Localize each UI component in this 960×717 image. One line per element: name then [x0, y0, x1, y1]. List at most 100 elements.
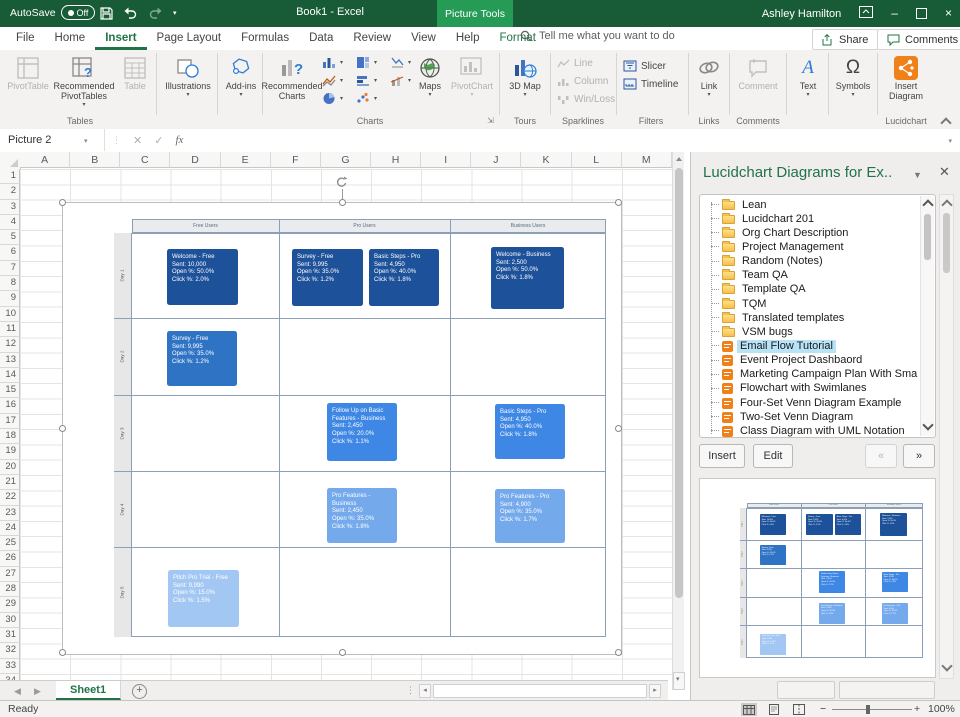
customize-quick-access-button[interactable]: ▾ — [173, 9, 177, 17]
scroll-up-arrow[interactable] — [676, 157, 682, 161]
tree-item-four-set-venn-diagram-example[interactable]: Four-Set Venn Diagram Example — [700, 396, 918, 410]
column-header-c[interactable]: C — [120, 152, 170, 168]
insert-pie-chart-button[interactable]: ▾ — [322, 92, 343, 105]
tree-item-org-chart-description[interactable]: Org Chart Description — [700, 226, 918, 240]
tell-me-search[interactable]: Tell me what you want to do — [520, 30, 675, 42]
row-header-31[interactable]: 31 — [0, 628, 20, 643]
redo-button[interactable] — [148, 7, 163, 19]
user-account[interactable]: Ashley Hamilton — [762, 8, 841, 20]
insert-hierarchy-chart-button[interactable]: ▾ — [356, 56, 377, 69]
horizontal-scrollbar[interactable] — [433, 684, 647, 698]
normal-view-button[interactable] — [741, 703, 757, 716]
zoom-out-button[interactable]: − — [820, 703, 826, 715]
slicer-button[interactable]: Slicer — [623, 60, 666, 72]
tree-item-tqm[interactable]: TQM — [700, 297, 918, 311]
prev-sheet-arrow[interactable]: ◀ — [14, 686, 21, 697]
hscroll-left-arrow[interactable]: ◂ — [419, 684, 431, 698]
maximize-button[interactable] — [916, 8, 927, 19]
column-header-m[interactable]: M — [622, 152, 672, 168]
recommended-pivottables-button[interactable]: ? Recommended PivotTables — [52, 53, 116, 108]
tree-item-team-qa[interactable]: Team QA — [700, 269, 918, 283]
embedded-diagram-picture[interactable]: Free UsersPro UsersBusiness UsersDay 1Da… — [62, 202, 622, 655]
panel-menu-dropdown-icon[interactable]: ▼ — [913, 170, 922, 180]
ribbon-tab-data[interactable]: Data — [299, 27, 343, 49]
tab-resize-handle[interactable]: ⋮ — [406, 685, 415, 696]
column-header-l[interactable]: L — [572, 152, 622, 168]
row-header-3[interactable]: 3 — [0, 200, 20, 215]
tree-item-lean[interactable]: Lean — [700, 198, 918, 212]
panel-scroll-thumb[interactable] — [943, 213, 950, 273]
picture-tools-contextual-tab[interactable]: Picture Tools — [437, 0, 513, 27]
row-header-8[interactable]: 8 — [0, 276, 20, 291]
tree-item-event-project-dashbaord[interactable]: Event Project Dashbaord — [700, 354, 918, 368]
name-box[interactable]: Picture 2 — [0, 129, 105, 151]
tree-item-two-set-venn-diagram[interactable]: Two-Set Venn Diagram — [700, 410, 918, 424]
resize-handle-s[interactable] — [339, 649, 346, 656]
column-header-f[interactable]: F — [271, 152, 321, 168]
row-header-28[interactable]: 28 — [0, 582, 20, 597]
tree-item-random-notes[interactable]: Random (Notes) — [700, 255, 918, 269]
zoom-level[interactable]: 100% — [928, 703, 955, 715]
row-header-19[interactable]: 19 — [0, 444, 20, 459]
new-sheet-button[interactable]: + — [132, 684, 147, 699]
column-header-j[interactable]: J — [471, 152, 521, 168]
pivottable-button[interactable]: PivotTable — [6, 53, 50, 91]
row-header-6[interactable]: 6 — [0, 245, 20, 260]
insert-diagram-button[interactable]: Insert Diagram — [883, 53, 929, 101]
sparkline-winloss-button[interactable]: Win/Loss — [557, 94, 615, 105]
timeline-button[interactable]: Timeline — [623, 78, 678, 90]
row-header-30[interactable]: 30 — [0, 613, 20, 628]
rotate-handle[interactable] — [335, 176, 348, 194]
row-header-20[interactable]: 20 — [0, 460, 20, 475]
insert-waterfall-chart-button[interactable]: ▾ — [390, 56, 411, 69]
row-header-7[interactable]: 7 — [0, 261, 20, 276]
ribbon-tab-file[interactable]: File — [6, 27, 45, 49]
tree-item-template-qa[interactable]: Template QA — [700, 283, 918, 297]
row-header-24[interactable]: 24 — [0, 521, 20, 536]
vertical-scrollbar[interactable] — [672, 152, 684, 690]
resize-handle-se[interactable] — [615, 649, 622, 656]
ribbon-display-options-button[interactable] — [859, 5, 873, 23]
sheet-tab-sheet1[interactable]: Sheet1 — [56, 681, 121, 700]
resize-handle-n[interactable] — [339, 199, 346, 206]
minimize-button[interactable]: – — [891, 0, 898, 27]
row-header-5[interactable]: 5 — [0, 230, 20, 245]
tree-item-flowchart-with-swimlanes[interactable]: Flowchart with Swimlanes — [700, 382, 918, 396]
edit-diagram-panel-button[interactable]: Edit — [753, 444, 793, 468]
ribbon-tab-view[interactable]: View — [401, 27, 446, 49]
row-header-33[interactable]: 33 — [0, 659, 20, 674]
tree-item-project-management[interactable]: Project Management — [700, 240, 918, 254]
resize-handle-sw[interactable] — [59, 649, 66, 656]
tree-item-email-flow-tutorial[interactable]: Email Flow Tutorial — [700, 339, 918, 353]
row-header-1[interactable]: 1 — [0, 169, 20, 184]
tree-item-vsm-bugs[interactable]: VSM bugs — [700, 325, 918, 339]
row-header-17[interactable]: 17 — [0, 414, 20, 429]
insert-combo-chart-button[interactable]: ▾ — [390, 74, 411, 87]
recommended-charts-button[interactable]: ? Recommended Charts — [266, 53, 318, 101]
ribbon-tab-review[interactable]: Review — [343, 27, 401, 49]
illustrations-button[interactable]: Illustrations — [161, 53, 215, 98]
save-button[interactable] — [100, 7, 113, 20]
diagram-preview[interactable]: Free UsersPro UsersBusiness UsersDay 1Da… — [699, 478, 936, 678]
add-ins-button[interactable]: Add-ins — [222, 53, 260, 98]
row-header-29[interactable]: 29 — [0, 597, 20, 612]
column-header-d[interactable]: D — [170, 152, 220, 168]
panel-scroll-down-icon[interactable] — [941, 660, 952, 671]
pivotchart-button[interactable]: PivotChart — [448, 53, 496, 98]
insert-function-button[interactable]: fx — [175, 134, 183, 146]
row-header-14[interactable]: 14 — [0, 368, 20, 383]
resize-handle-nw[interactable] — [59, 199, 66, 206]
close-button[interactable]: × — [945, 0, 952, 27]
ribbon-tab-formulas[interactable]: Formulas — [231, 27, 299, 49]
zoom-slider-thumb[interactable] — [866, 705, 870, 714]
row-header-23[interactable]: 23 — [0, 506, 20, 521]
ribbon-tab-page-layout[interactable]: Page Layout — [147, 27, 232, 49]
tree-item-marketing-campaign-plan-with-smart-conta[interactable]: Marketing Campaign Plan With Smart Conta — [700, 368, 918, 382]
sparkline-line-button[interactable]: Line — [557, 58, 593, 69]
row-header-16[interactable]: 16 — [0, 398, 20, 413]
zoom-in-button[interactable]: + — [914, 703, 920, 715]
insert-diagram-panel-button[interactable]: Insert — [699, 444, 745, 468]
select-all-corner[interactable] — [0, 152, 21, 170]
charts-dialog-launcher[interactable]: ⇲ — [487, 116, 494, 125]
comments-button[interactable]: Comments — [877, 29, 960, 50]
